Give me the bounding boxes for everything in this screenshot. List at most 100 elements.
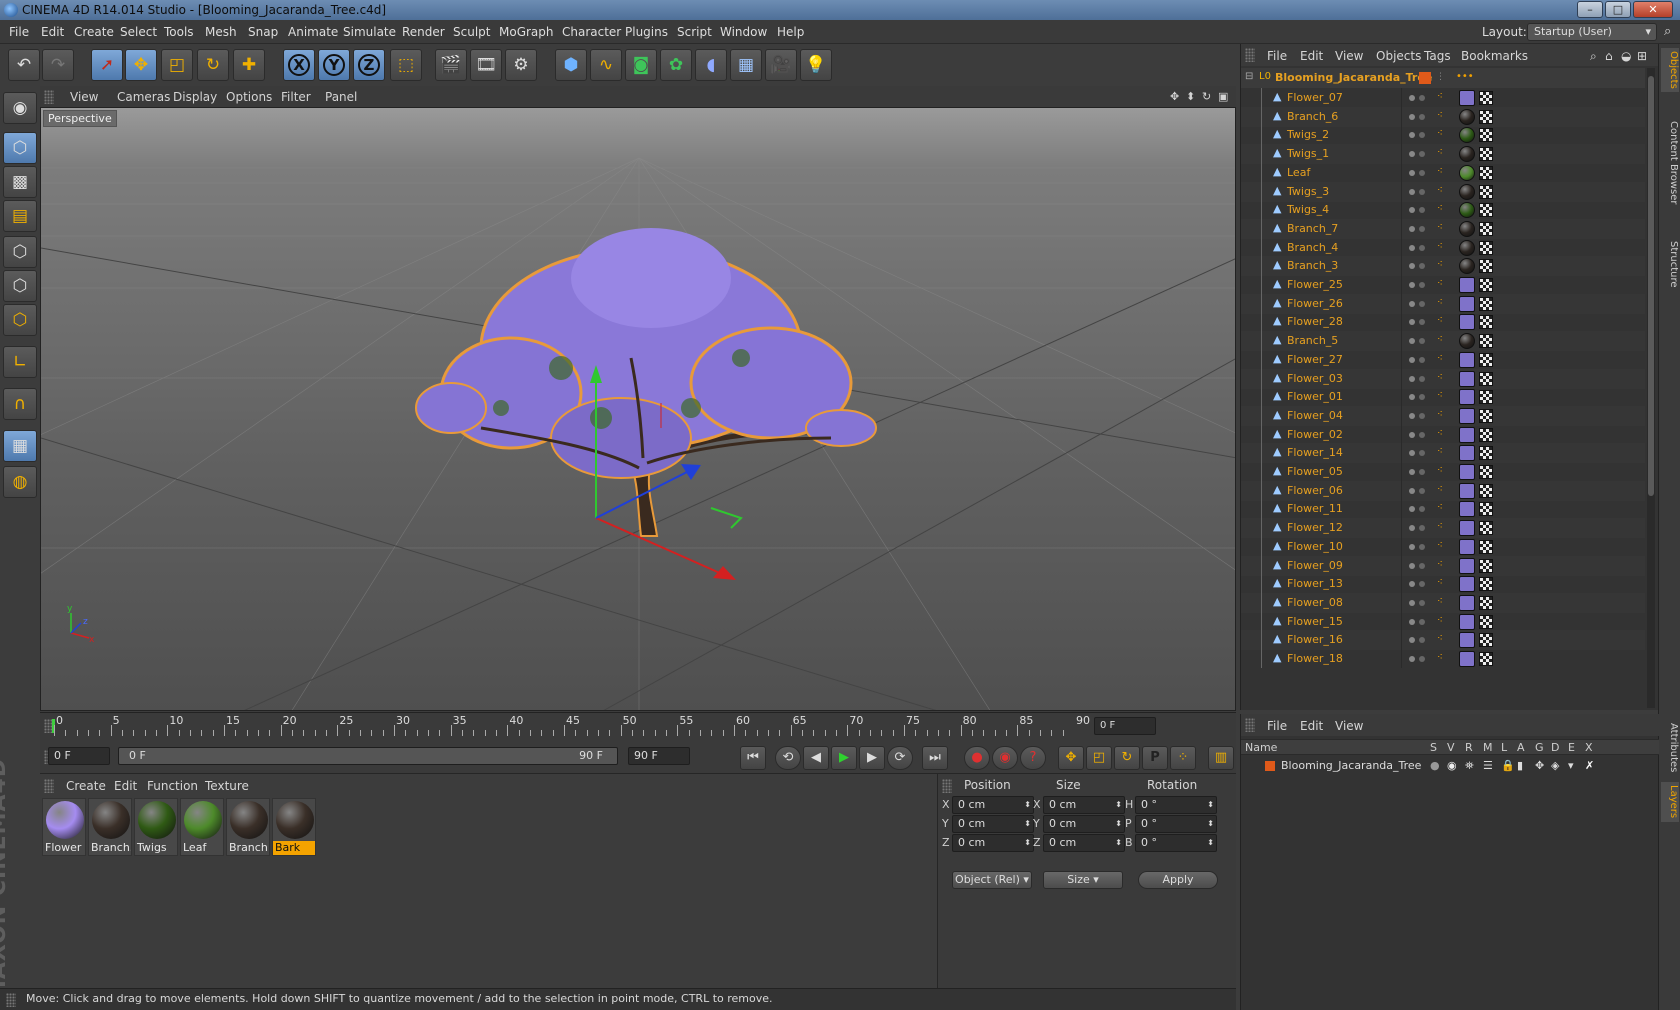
render-visibility-dot[interactable] xyxy=(1419,356,1425,363)
object-name[interactable]: Flower_18 xyxy=(1287,652,1343,665)
object-row[interactable]: ▲ Flower_12 ⁖ xyxy=(1241,518,1645,539)
tab-objects[interactable]: Objects xyxy=(1661,48,1679,92)
previous-frame-icon[interactable]: ◀ xyxy=(803,746,829,770)
object-name[interactable]: Flower_11 xyxy=(1287,502,1343,515)
editor-visibility-dot[interactable] xyxy=(1409,356,1415,363)
object-row[interactable]: ▲ Flower_05 ⁖ xyxy=(1241,462,1645,482)
material-tag-icon[interactable] xyxy=(1459,389,1475,406)
material-tag-icon[interactable] xyxy=(1459,90,1475,106)
material-tag-icon[interactable] xyxy=(1459,351,1475,368)
object-row[interactable]: ▲ Flower_03 ⁖ xyxy=(1241,368,1645,389)
menu-window[interactable]: Window xyxy=(720,25,767,39)
viewport-menu-filter[interactable]: Filter xyxy=(281,90,311,104)
play-icon[interactable]: ▶ xyxy=(831,746,857,770)
menu-simulate[interactable]: Simulate xyxy=(343,25,396,39)
material-tag-icon[interactable] xyxy=(1459,501,1475,518)
object-name[interactable]: Flower_10 xyxy=(1287,540,1343,553)
texture-tag-icon[interactable] xyxy=(1479,278,1493,292)
layer-deformers-toggle[interactable]: ◈ xyxy=(1551,759,1559,772)
texture-tag-icon[interactable] xyxy=(1479,558,1493,573)
render-visibility-dot[interactable] xyxy=(1419,599,1425,606)
viewport-menu-cameras[interactable]: Cameras xyxy=(117,90,170,104)
phong-tag-icon[interactable]: ⁖ xyxy=(1437,315,1443,326)
texture-tag-icon[interactable] xyxy=(1479,128,1493,143)
phong-tag-icon[interactable]: ⁖ xyxy=(1437,128,1443,139)
phong-tag-icon[interactable]: ⁖ xyxy=(1437,652,1443,663)
texture-tag-icon[interactable] xyxy=(1479,652,1493,666)
material-swatch[interactable]: Twigs xyxy=(134,798,178,856)
render-visibility-dot[interactable] xyxy=(1419,95,1425,101)
render-visibility-dot[interactable] xyxy=(1419,506,1425,513)
render-visibility-dot[interactable] xyxy=(1419,412,1425,419)
timeline-window-icon[interactable]: ▥ xyxy=(1208,746,1234,770)
material-swatch[interactable]: Bark xyxy=(272,798,316,856)
next-frame-icon[interactable]: ▶ xyxy=(859,746,885,770)
menu-script[interactable]: Script xyxy=(677,25,712,39)
material-tag-icon[interactable] xyxy=(1459,538,1475,555)
object-name[interactable]: Twigs_4 xyxy=(1287,203,1329,216)
stepper-arrows-icon[interactable]: ⬍ xyxy=(1024,797,1031,813)
stepper-arrows-icon[interactable]: ⬍ xyxy=(1115,835,1122,851)
object-list-scrollbar[interactable] xyxy=(1647,68,1655,708)
object-menu-objects[interactable]: Objects xyxy=(1376,49,1421,63)
editor-visibility-dot[interactable] xyxy=(1409,618,1415,625)
object-name[interactable]: Flower_09 xyxy=(1287,559,1343,572)
phong-tag-icon[interactable]: ⁖ xyxy=(1437,147,1443,158)
render-visibility-dot[interactable] xyxy=(1419,562,1425,569)
menu-tools[interactable]: Tools xyxy=(164,25,194,39)
editor-visibility-dot[interactable] xyxy=(1409,151,1415,158)
object-name[interactable]: Flower_08 xyxy=(1287,596,1343,609)
phong-tag-icon[interactable]: ⁖ xyxy=(1437,502,1443,513)
object-name[interactable]: Flower_16 xyxy=(1287,633,1343,646)
texture-tag-icon[interactable] xyxy=(1479,147,1493,162)
3d-viewport[interactable]: y xz Perspective xyxy=(40,107,1236,711)
deformer-icon[interactable]: ◖ xyxy=(695,49,727,81)
object-row[interactable]: ▲ Twigs_4 ⁖ xyxy=(1241,200,1645,220)
editor-visibility-dot[interactable] xyxy=(1409,319,1415,326)
material-tag-icon[interactable] xyxy=(1459,482,1475,499)
layer-col-name[interactable]: Name xyxy=(1245,741,1277,754)
object-row[interactable]: ▲ Leaf ⁖ xyxy=(1241,162,1645,183)
phong-tag-icon[interactable]: ⁖ xyxy=(1437,465,1443,476)
object-row[interactable]: ▲ Branch_3 ⁖ xyxy=(1241,256,1645,277)
layer-col-l[interactable]: L xyxy=(1501,741,1507,754)
render-visibility-dot[interactable] xyxy=(1419,151,1425,158)
material-menu-create[interactable]: Create xyxy=(66,779,106,793)
render-visibility-dot[interactable] xyxy=(1419,113,1425,120)
add-icon[interactable]: ✚ xyxy=(233,49,265,81)
record-rotation-icon[interactable]: ↻ xyxy=(1114,746,1140,770)
object-row[interactable]: ▲ Flower_18 ⁖ xyxy=(1241,649,1645,669)
phong-tag-icon[interactable]: ⁖ xyxy=(1437,259,1443,270)
render-visibility-dot[interactable] xyxy=(1419,132,1425,139)
spline-icon[interactable]: ∿ xyxy=(590,49,622,81)
menu-snap[interactable]: Snap xyxy=(248,25,278,39)
render-visibility-dot[interactable] xyxy=(1419,263,1425,270)
layer-generators-toggle[interactable]: ✥ xyxy=(1535,759,1544,772)
material-swatch[interactable]: Leaf xyxy=(180,798,224,856)
redo-icon[interactable]: ↷ xyxy=(42,49,74,81)
object-name[interactable]: Flower_07 xyxy=(1287,91,1343,104)
rotate-icon[interactable]: ↻ xyxy=(197,49,229,81)
close-button[interactable]: ✕ xyxy=(1633,1,1673,18)
render-visibility-dot[interactable] xyxy=(1419,169,1425,176)
material-tag-icon[interactable] xyxy=(1459,464,1475,480)
material-tag-icon[interactable] xyxy=(1459,183,1475,200)
new-window-icon[interactable]: ⊞ xyxy=(1637,49,1647,63)
menu-file[interactable]: File xyxy=(9,25,29,39)
editor-visibility-dot[interactable] xyxy=(1409,113,1415,120)
object-name[interactable]: Twigs_3 xyxy=(1287,185,1329,198)
camera-icon[interactable]: 🎥 xyxy=(765,49,797,81)
object-row[interactable]: ▲ Flower_25 ⁖ xyxy=(1241,275,1645,295)
tab-layers[interactable]: Layers xyxy=(1661,782,1679,822)
material-tag-icon[interactable] xyxy=(1459,594,1475,611)
material-tag-icon[interactable] xyxy=(1459,164,1475,181)
object-name[interactable]: Flower_28 xyxy=(1287,315,1343,328)
texture-tag-icon[interactable] xyxy=(1479,427,1493,442)
texture-tag-icon[interactable] xyxy=(1479,259,1493,274)
render-visibility-dot[interactable] xyxy=(1419,375,1425,382)
x-axis-lock[interactable]: X xyxy=(283,49,315,81)
current-frame-field[interactable]: 0 F xyxy=(1094,717,1156,735)
phong-tag-icon[interactable]: ⁖ xyxy=(1437,428,1443,439)
render-visibility-dot[interactable] xyxy=(1419,581,1425,588)
editor-visibility-dot[interactable] xyxy=(1409,506,1415,513)
